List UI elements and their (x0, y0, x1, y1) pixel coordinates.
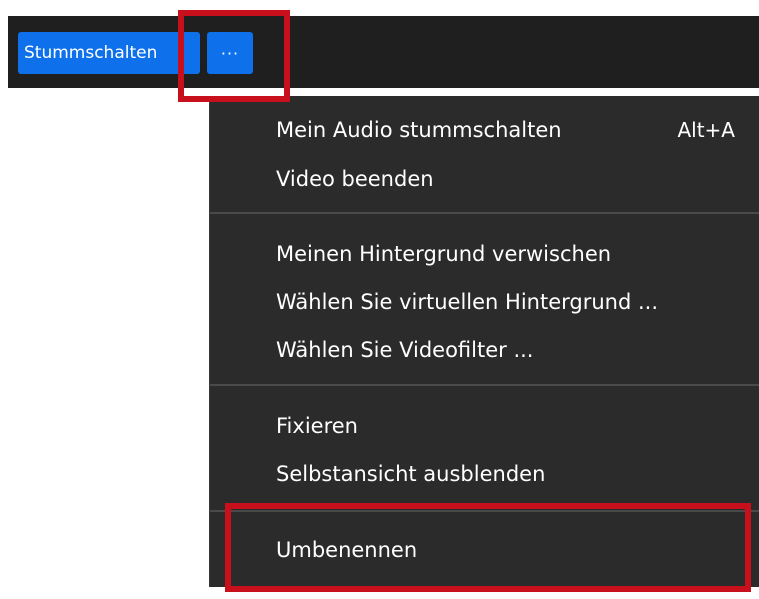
mute-button[interactable]: Stummschalten (18, 32, 200, 74)
menu-item-label: Wählen Sie virtuellen Hintergrund ... (276, 290, 658, 314)
menu-item-shortcut: Alt+A (677, 118, 735, 142)
menu-separator (210, 384, 759, 386)
menu-item-mute-audio[interactable]: Mein Audio stummschalten Alt+A (276, 110, 735, 150)
menu-item-label: Video beenden (276, 167, 434, 191)
menu-separator (210, 510, 759, 512)
more-options-button[interactable]: ··· (207, 32, 253, 74)
menu-item-label: Wählen Sie Videofilter ... (276, 338, 534, 362)
mute-button-label: Stummschalten (24, 43, 158, 63)
menu-item-pin[interactable]: Fixieren (276, 406, 735, 446)
window-top-strip (0, 0, 759, 16)
menu-separator (210, 212, 759, 214)
menu-item-label: Meinen Hintergrund verwischen (276, 242, 612, 266)
menu-item-video-filter[interactable]: Wählen Sie Videofilter ... (276, 330, 735, 370)
menu-item-hide-self-view[interactable]: Selbstansicht ausblenden (276, 454, 735, 494)
menu-item-label: Mein Audio stummschalten (276, 118, 562, 142)
participant-context-menu: Mein Audio stummschalten Alt+A Video bee… (209, 96, 759, 587)
menu-item-rename[interactable]: Umbenennen (276, 530, 735, 570)
menu-item-virtual-background[interactable]: Wählen Sie virtuellen Hintergrund ... (276, 282, 735, 322)
menu-item-label: Fixieren (276, 414, 358, 438)
menu-item-label: Umbenennen (276, 538, 418, 562)
menu-item-blur-background[interactable]: Meinen Hintergrund verwischen (276, 234, 735, 274)
more-dots-icon: ··· (220, 43, 240, 63)
menu-item-stop-video[interactable]: Video beenden (276, 159, 735, 199)
menu-item-label: Selbstansicht ausblenden (276, 462, 546, 486)
